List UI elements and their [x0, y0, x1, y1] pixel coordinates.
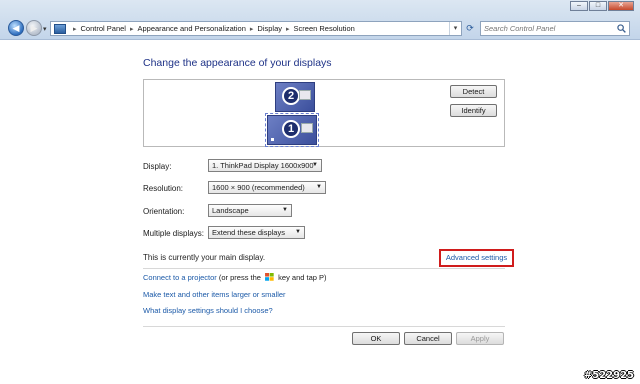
- arrow-right-icon: ▶: [30, 23, 38, 33]
- window-thumbnail-icon: [301, 123, 313, 133]
- address-bar[interactable]: ▸ Control Panel ▸ Appearance and Persona…: [50, 21, 462, 36]
- multiple-displays-select-value: Extend these displays: [212, 228, 285, 237]
- back-button[interactable]: ◀: [8, 20, 24, 36]
- minimize-button[interactable]: –: [570, 1, 588, 11]
- breadcrumb-display[interactable]: Display: [257, 24, 282, 33]
- windows-key-icon: [265, 273, 274, 281]
- projector-hint-suffix: key and tap P): [276, 273, 327, 282]
- watermark-text: #522925: [583, 370, 634, 381]
- advanced-settings-link[interactable]: Advanced settings: [439, 249, 514, 267]
- dropdown-arrow-icon: ▼: [312, 162, 318, 168]
- ok-button[interactable]: OK: [352, 332, 400, 345]
- taskbar-dot-icon: [271, 138, 274, 141]
- projector-hint-text: (or press the key and tap P): [217, 273, 327, 282]
- divider: [143, 268, 505, 269]
- resolution-label: Resolution:: [143, 184, 184, 193]
- maximize-button[interactable]: □: [589, 1, 607, 11]
- dropdown-arrow-icon: ▼: [295, 229, 301, 235]
- monitor-2-tile[interactable]: 2: [275, 82, 315, 112]
- page-title: Change the appearance of your displays: [143, 57, 332, 69]
- address-dropdown-button[interactable]: ▾: [449, 22, 461, 35]
- text-size-link[interactable]: Make text and other items larger or smal…: [143, 290, 286, 299]
- resolution-select[interactable]: 1600 × 900 (recommended) ▼: [208, 181, 326, 194]
- history-dropdown-button[interactable]: ▾: [43, 25, 47, 33]
- window-title-bar: – □ ✕ ◀ ▶ ▾ ▸ Control Panel ▸ Appearance…: [0, 0, 640, 40]
- connect-projector-link[interactable]: Connect to a projector: [143, 273, 217, 282]
- projector-hint-prefix: (or press the: [216, 273, 264, 282]
- close-button[interactable]: ✕: [608, 1, 634, 11]
- dropdown-arrow-icon: ▼: [282, 207, 288, 213]
- refresh-button[interactable]: ⟳: [463, 21, 477, 36]
- arrow-left-icon: ◀: [12, 23, 20, 33]
- orientation-select[interactable]: Landscape ▼: [208, 204, 292, 217]
- display-select[interactable]: 1. ThinkPad Display 1600x900 ▼: [208, 159, 322, 172]
- dropdown-arrow-icon: ▼: [316, 184, 322, 190]
- breadcrumb-separator[interactable]: ▸: [250, 25, 254, 33]
- window-controls: – □ ✕: [569, 1, 634, 11]
- detect-button[interactable]: Detect: [450, 85, 497, 98]
- apply-button[interactable]: Apply: [456, 332, 504, 345]
- display-label: Display:: [143, 162, 172, 171]
- search-box[interactable]: [480, 21, 630, 36]
- breadcrumb-separator[interactable]: ▸: [286, 25, 290, 33]
- navigation-bar: ◀ ▶ ▾ ▸ Control Panel ▸ Appearance and P…: [0, 17, 640, 39]
- cancel-button[interactable]: Cancel: [404, 332, 452, 345]
- display-select-value: 1. ThinkPad Display 1600x900: [212, 161, 314, 170]
- breadcrumb-appearance[interactable]: Appearance and Personalization: [137, 24, 245, 33]
- divider: [143, 326, 505, 327]
- control-panel-icon: [54, 23, 66, 34]
- breadcrumb-separator[interactable]: ▸: [130, 25, 134, 33]
- orientation-label: Orientation:: [143, 207, 185, 216]
- resolution-select-value: 1600 × 900 (recommended): [212, 183, 305, 192]
- orientation-select-value: Landscape: [212, 206, 249, 215]
- search-input[interactable]: [484, 23, 612, 34]
- display-settings-help-link[interactable]: What display settings should I choose?: [143, 306, 273, 315]
- monitor-number-badge: 2: [282, 87, 300, 105]
- breadcrumb-screen-resolution[interactable]: Screen Resolution: [294, 24, 355, 33]
- display-arrangement-area[interactable]: 2 1 Detect Identify: [143, 79, 505, 147]
- monitor-1-tile[interactable]: 1: [265, 113, 319, 147]
- breadcrumb-control-panel[interactable]: Control Panel: [81, 24, 126, 33]
- multiple-displays-select[interactable]: Extend these displays ▼: [208, 226, 305, 239]
- main-display-status: This is currently your main display.: [143, 253, 266, 262]
- search-icon[interactable]: [617, 24, 626, 33]
- window-thumbnail-icon: [299, 90, 311, 100]
- multiple-displays-label: Multiple displays:: [143, 229, 204, 238]
- identify-button[interactable]: Identify: [450, 104, 497, 117]
- projector-line: Connect to a projector (or press the key…: [143, 273, 327, 282]
- content-pane: Change the appearance of your displays 2…: [0, 41, 640, 384]
- forward-button[interactable]: ▶: [26, 20, 42, 36]
- breadcrumb-separator[interactable]: ▸: [73, 25, 77, 33]
- monitor-number-badge: 1: [282, 120, 300, 138]
